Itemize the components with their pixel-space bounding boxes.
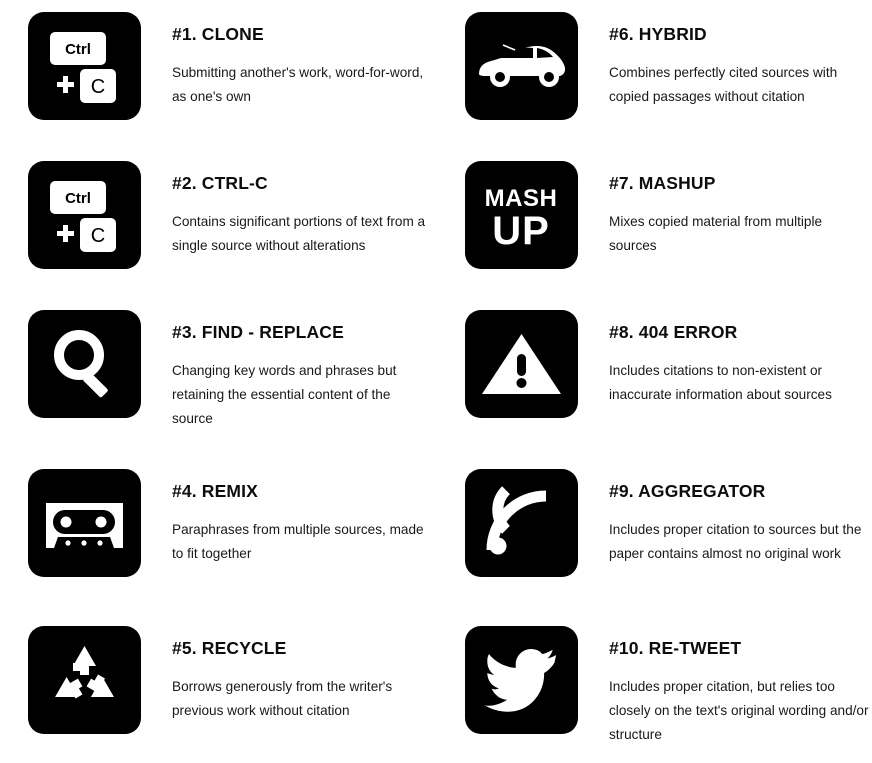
card-description: Includes citations to non-existent or in… [609, 363, 832, 402]
card-title: #8. 404 ERROR [609, 322, 738, 342]
plagiarism-types-grid: Ctrl C #1. CLONE Submitting another's wo… [0, 0, 872, 763]
card-title: #2. CTRL-C [172, 173, 268, 193]
magnifying-glass-icon [28, 310, 141, 418]
card-description: Paraphrases from multiple sources, made … [172, 522, 424, 561]
left-column: Ctrl C #1. CLONE Submitting another's wo… [0, 0, 436, 763]
card-text: #3. FIND - REPLACE Changing key words an… [172, 310, 430, 431]
right-column: #6. HYBRID Combines perfectly cited sour… [436, 0, 872, 763]
svg-text:C: C [91, 76, 105, 98]
card-text: #9. AGGREGATOR Includes proper citation … [609, 469, 872, 566]
cassette-tape-icon [28, 469, 141, 577]
card-text: #8. 404 ERROR Includes citations to non-… [609, 310, 872, 407]
svg-text:MASH: MASH [485, 185, 558, 212]
card-title: #9. AGGREGATOR [609, 481, 766, 501]
card-title: #6. HYBRID [609, 24, 707, 44]
hybrid-car-icon [465, 12, 578, 120]
card-text: #7. MASHUP Mixes copied material from mu… [609, 161, 872, 258]
rss-feed-icon [465, 469, 578, 577]
card-title: #10. RE-TWEET [609, 638, 742, 658]
card-description: Combines perfectly cited sources with co… [609, 65, 838, 104]
card-text: #6. HYBRID Combines perfectly cited sour… [609, 12, 872, 109]
ctrl-c-keyboard-icon: Ctrl C [28, 12, 141, 120]
card-text: #1. CLONE Submitting another's work, wor… [172, 12, 430, 109]
card-title: #4. REMIX [172, 481, 258, 501]
card-description: Mixes copied material from multiple sour… [609, 214, 823, 253]
card-description: Submitting another's work, word-for-word… [172, 65, 424, 104]
warning-triangle-icon [465, 310, 578, 418]
card-text: #10. RE-TWEET Includes proper citation, … [609, 626, 872, 747]
twitter-bird-icon [465, 626, 578, 734]
card-title: #5. RECYCLE [172, 638, 287, 658]
card-description: Includes proper citation, but relies too… [609, 679, 869, 742]
card-text: #4. REMIX Paraphrases from multiple sour… [172, 469, 430, 566]
card-description: Changing key words and phrases but retai… [172, 363, 397, 426]
svg-text:Ctrl: Ctrl [65, 41, 91, 58]
card-description: Borrows generously from the writer's pre… [172, 679, 393, 718]
card-text: #5. RECYCLE Borrows generously from the … [172, 626, 430, 723]
svg-text:Ctrl: Ctrl [65, 190, 91, 207]
card-title: #1. CLONE [172, 24, 264, 44]
card-title: #3. FIND - REPLACE [172, 322, 344, 342]
recycle-icon [28, 626, 141, 734]
card-description: Includes proper citation to sources but … [609, 522, 862, 561]
card-title: #7. MASHUP [609, 173, 716, 193]
svg-text:UP: UP [492, 209, 550, 253]
ctrl-c-keyboard-icon: Ctrl C [28, 161, 141, 269]
card-description: Contains significant portions of text fr… [172, 214, 426, 253]
mash-up-text-icon: MASH UP [465, 161, 578, 269]
card-text: #2. CTRL-C Contains significant portions… [172, 161, 430, 258]
svg-text:C: C [91, 225, 105, 247]
